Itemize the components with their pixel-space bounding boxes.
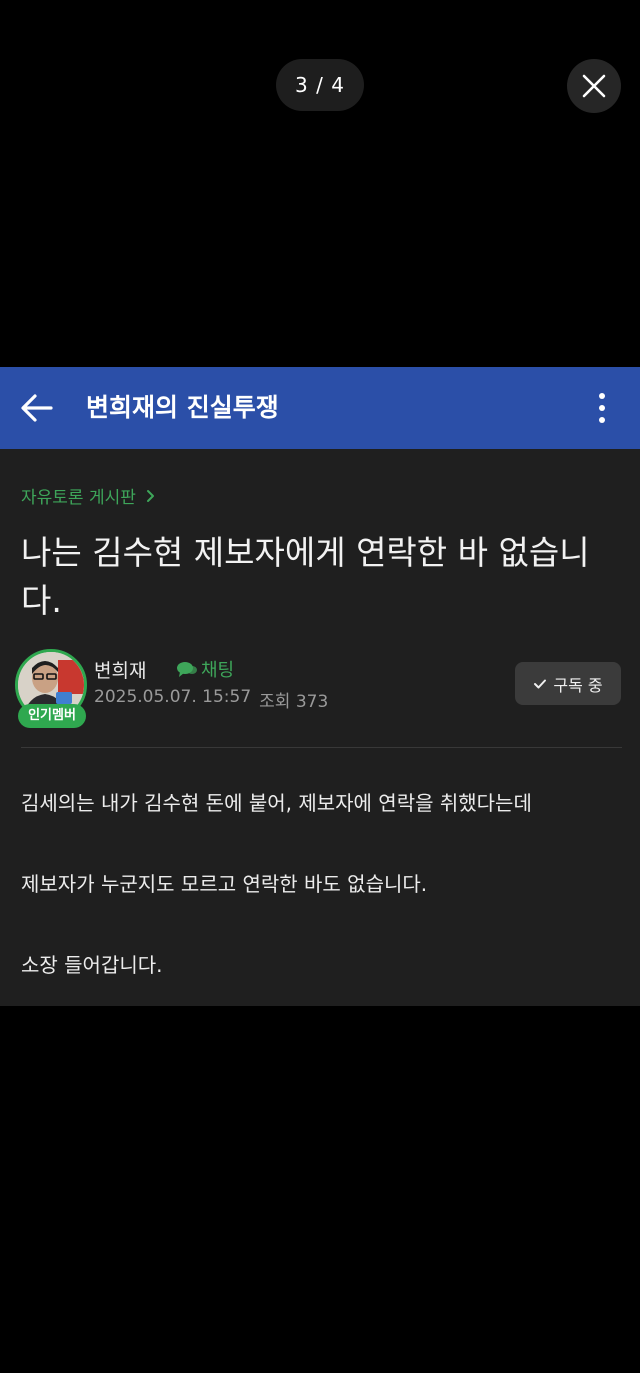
author-name[interactable]: 변희재 [94,656,146,683]
post-date: 2025.05.07. 15:57 [94,687,252,707]
more-options-button[interactable] [588,391,616,425]
post-meta: 2025.05.07. 15:57 조회 373 [94,687,328,712]
board-breadcrumb[interactable]: 자유토론 게시판 [21,483,157,508]
chat-button[interactable]: 채팅 [176,656,234,682]
cafe-title: 변희재의 진실투쟁 [86,393,279,422]
chat-label: 채팅 [201,660,235,681]
body-paragraph: 소장 들어갑니다. [21,953,163,977]
popular-member-badge: 인기멤버 [18,704,86,728]
arrow-left-icon [21,394,53,422]
chevron-right-icon [147,490,155,502]
subscribe-button[interactable]: 구독 중 [515,662,621,705]
divider [21,747,622,748]
view-count: 조회 373 [259,692,329,712]
back-button[interactable] [18,389,56,427]
board-name: 자유토론 게시판 [21,488,136,508]
check-icon [534,679,547,688]
post-title: 나는 김수현 제보자에게 연락한 바 없습니다. [21,533,590,620]
close-icon [582,74,606,98]
close-button[interactable] [567,59,621,113]
chat-bubble-icon [177,662,197,677]
app-bar: 변희재의 진실투쟁 [0,367,640,449]
more-vertical-icon [599,393,605,423]
image-counter: 3 / 4 [276,59,364,111]
subscribe-label: 구독 중 [553,675,603,695]
body-paragraph: 김세의는 내가 김수현 돈에 붙어, 제보자에 연락을 취했다는데 [21,791,532,815]
screenshot-image: 변희재의 진실투쟁 자유토론 게시판 나는 김수현 제보자에게 연락한 바 없습… [0,367,640,1006]
body-paragraph: 제보자가 누군지도 모르고 연락한 바도 없습니다. [21,872,428,896]
